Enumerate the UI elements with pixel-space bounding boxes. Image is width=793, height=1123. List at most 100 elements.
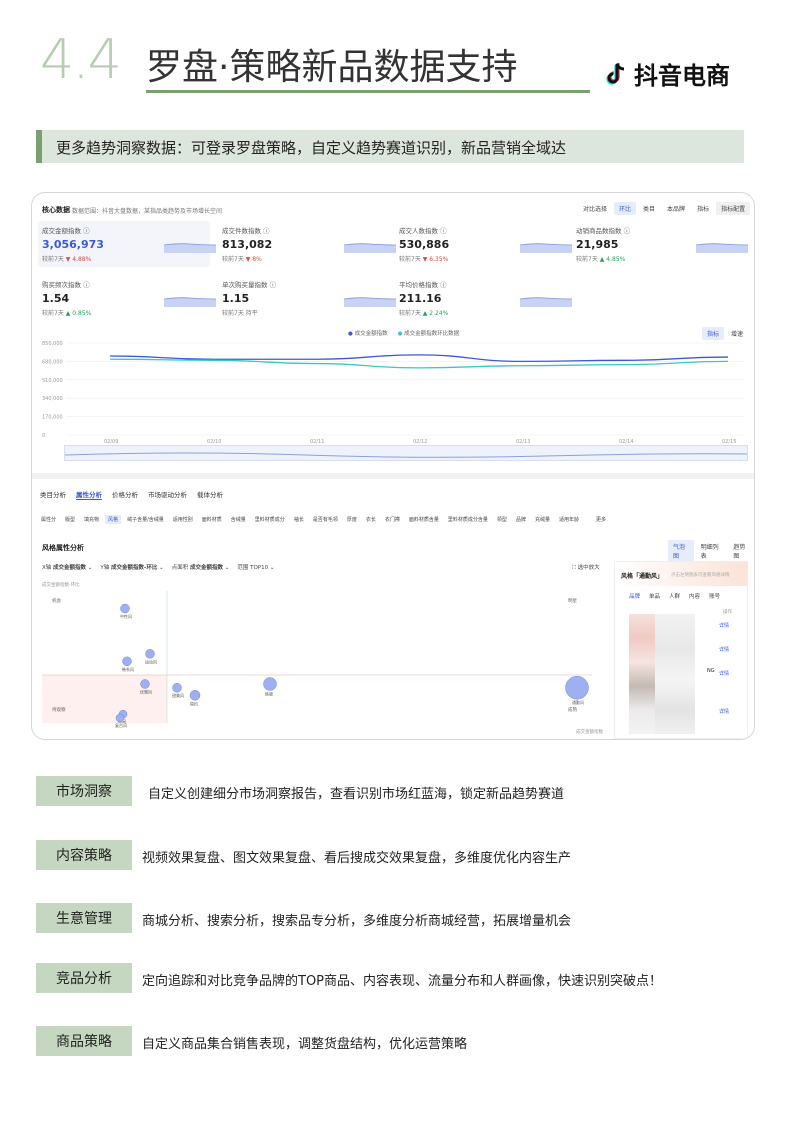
trend-line-chart: 850,000680,000510,000340,000170,000002/0… xyxy=(42,341,744,445)
bubble-point[interactable] xyxy=(189,690,201,701)
range-slider[interactable] xyxy=(64,445,748,461)
bubble-point[interactable] xyxy=(140,679,150,689)
blurred-brand-logos xyxy=(629,614,655,734)
attribute-tab[interactable]: 面料材质含量 xyxy=(406,515,442,524)
tab-detail-list[interactable]: 明细列表 xyxy=(696,540,727,562)
attribute-tab[interactable]: 属性分 xyxy=(38,515,59,524)
metric-compare: 较前7天 ▼ 8% xyxy=(222,256,262,263)
bubble-y-axis-title: 成交金额指数-环比 xyxy=(42,581,80,588)
quadrant-label: 成熟 xyxy=(568,706,577,713)
bubble-label: 复古风 xyxy=(115,722,127,728)
bubble-label: 韩版 xyxy=(265,690,273,696)
attribute-tab[interactable]: 里料材质成分含量 xyxy=(445,515,491,524)
category-button[interactable]: 类目 xyxy=(638,202,660,215)
detail-link-2[interactable]: 详情 xyxy=(719,646,729,653)
attribute-tab[interactable]: 适用性别 xyxy=(170,515,196,524)
attribute-tab[interactable]: 品牌 xyxy=(513,515,529,524)
feature-description: 商城分析、搜索分析，搜索品专分析，多维度分析商城经营，拓展增量机会 xyxy=(142,914,572,929)
zoom-button[interactable]: ⛶ 选中放大 xyxy=(572,563,600,572)
feature-description: 定向追踪和对比竞争品牌的TOP商品、内容表现、流量分布和人群画像，快速识别突破点… xyxy=(142,974,663,989)
bubble-point[interactable] xyxy=(145,649,155,659)
section-number: 4.4 xyxy=(40,28,122,91)
bubble-label: 优雅风 xyxy=(140,688,152,694)
attribute-tab[interactable]: 充绒量 xyxy=(532,515,553,524)
detail-link-3[interactable]: 详情 xyxy=(719,670,729,677)
quadrant-label: 明星 xyxy=(568,598,577,604)
top-button-group: 对比选择 环比 类目 本品牌 指标 指标配置 xyxy=(578,202,751,215)
metric-card[interactable]: 单次购买量指数 ⓘ 1.15 较前7天 持平 xyxy=(222,279,276,317)
core-data-note: 数据范围：抖音大盘数据，某指品类趋势及市场增长空间 xyxy=(72,208,223,215)
bubble-point[interactable] xyxy=(122,656,132,667)
own-brand-button[interactable]: 本品牌 xyxy=(662,202,690,215)
attribute-tab[interactable]: 含绒量 xyxy=(228,515,249,524)
tab-attribute-analysis[interactable]: 属性分析 xyxy=(76,489,102,500)
metric-label: 动销商品数指数 ⓘ xyxy=(576,227,631,235)
detail-link-1[interactable]: 详情 xyxy=(719,622,729,629)
attribute-tab[interactable]: 风格 xyxy=(105,515,122,524)
tab-bubble-chart[interactable]: 气泡图 xyxy=(668,540,694,562)
metric-card[interactable]: 成交金额指数 ⓘ 3,056,973 较前7天 ▼ 4.88% xyxy=(42,225,104,263)
tab-carrier-analysis[interactable]: 载体分析 xyxy=(197,489,223,500)
attribute-tab[interactable]: 衣门襟 xyxy=(382,515,403,524)
mom-button[interactable]: 环比 xyxy=(614,202,637,215)
metric-card[interactable]: 成交人数指数 ⓘ 530,886 较前7天 ▼ 6.35% xyxy=(399,225,449,263)
attribute-tab[interactable]: 绒子含量/含绒量 xyxy=(124,515,167,524)
compare-select-button[interactable]: 对比选择 xyxy=(578,202,612,215)
tab-price-analysis[interactable]: 价格分析 xyxy=(112,489,138,500)
visible-name-fragment: NG xyxy=(707,668,715,674)
bubble-point[interactable] xyxy=(565,675,589,700)
attribute-tab[interactable]: 适用年龄 xyxy=(556,515,582,524)
attribute-tab[interactable]: 填充物 xyxy=(81,515,102,524)
banner-accent-bar xyxy=(36,130,42,163)
metric-compare: 较前7天 持平 xyxy=(222,310,258,317)
brand-name: 抖音电商 xyxy=(634,62,730,90)
metric-button[interactable]: 指标 xyxy=(692,202,714,215)
attribute-tab[interactable]: 面料材质 xyxy=(199,515,225,524)
bubble-point[interactable] xyxy=(172,682,182,693)
panel-tab-account[interactable]: 账号 xyxy=(709,592,720,600)
analysis-tabs: 类目分析 属性分析 价格分析 市场驱动分析 载体分析 xyxy=(40,489,223,500)
attribute-tab[interactable]: 更多 xyxy=(593,515,609,524)
tab-trend-chart[interactable]: 趋势图 xyxy=(728,540,754,562)
panel-tab-crowd[interactable]: 人群 xyxy=(669,592,680,600)
attribute-tab[interactable]: 衣长 xyxy=(363,515,379,524)
attribute-tab[interactable]: 袖长 xyxy=(291,515,307,524)
x-axis-filter[interactable]: X轴 成交金额指数 ⌄ xyxy=(42,563,92,571)
feature-description: 视频效果复盘、图文效果复盘、看后搜成交效果复盘，多维度优化内容生产 xyxy=(142,851,572,866)
metric-sparkline xyxy=(164,243,216,253)
bubble-point[interactable] xyxy=(120,603,130,614)
bubble-label: 韩系风 xyxy=(122,666,134,672)
size-filter[interactable]: 点面积 成交金额指数 ⌄ xyxy=(172,563,230,571)
bubble-label: 运动风 xyxy=(145,658,157,664)
metric-label: 成交件数指数 ⓘ xyxy=(222,227,270,235)
tab-market-driver-analysis[interactable]: 市场驱动分析 xyxy=(148,489,187,500)
metric-config-button[interactable]: 指标配置 xyxy=(716,202,751,215)
panel-tab-brand[interactable]: 品牌 xyxy=(629,592,640,600)
metric-card[interactable]: 动销商品数指数 ⓘ 21,985 较前7天 ▲ 4.85% xyxy=(576,225,630,263)
attribute-tab[interactable]: 里料材质成分 xyxy=(252,515,288,524)
metric-card[interactable]: 成交件数指数 ⓘ 813,082 较前7天 ▼ 8% xyxy=(222,225,272,263)
metric-card[interactable]: 平均价格指数 ⓘ 211.16 较前7天 ▲ 2.24% xyxy=(399,279,448,317)
tab-category-analysis[interactable]: 类目分析 xyxy=(40,489,66,500)
detail-link-4[interactable]: 详情 xyxy=(719,708,729,715)
bubble-point[interactable] xyxy=(263,677,277,691)
panel-col-action: 操作 xyxy=(723,610,732,615)
attribute-tab[interactable]: 是否有毛领 xyxy=(310,515,341,524)
attribute-tab[interactable]: 厚度 xyxy=(344,515,360,524)
metric-compare: 较前7天 ▼ 4.88% xyxy=(42,256,92,263)
attribute-tab[interactable]: 领型 xyxy=(494,515,510,524)
brand-logo: 抖音电商 xyxy=(606,56,730,91)
y-axis-filter[interactable]: Y轴 成交金额指数-环比 ⌄ xyxy=(100,563,163,571)
bubble-label: 中性风 xyxy=(120,613,132,619)
legend-item-2: ● 成交金额指数环比数据 xyxy=(397,331,460,337)
panel-tab-item[interactable]: 单品 xyxy=(649,592,660,600)
bubble-point[interactable] xyxy=(115,713,125,723)
panel-tab-content[interactable]: 内容 xyxy=(689,592,700,600)
metric-value: 3,056,973 xyxy=(42,238,104,251)
range-filter[interactable]: 范围 TOP10 ⌄ xyxy=(237,563,274,571)
bubble-label: 简约 xyxy=(190,700,198,706)
feature-description: 自定义创建细分市场洞察报告，查看识别市场红蓝海，锁定新品趋势赛道 xyxy=(148,787,565,802)
metric-label: 平均价格指数 ⓘ xyxy=(399,281,447,289)
attribute-tab[interactable]: 版型 xyxy=(62,515,78,524)
metric-card[interactable]: 购买频次指数 ⓘ 1.54 较前7天 ▲ 0.85% xyxy=(42,279,91,317)
